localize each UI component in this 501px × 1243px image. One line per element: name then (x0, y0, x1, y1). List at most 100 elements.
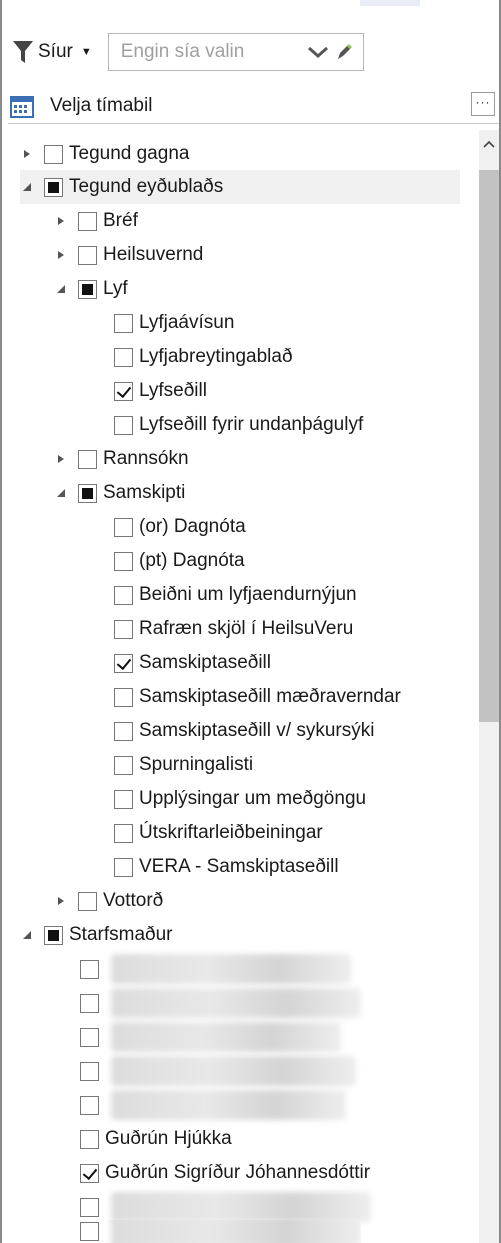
filter-combobox[interactable] (107, 33, 364, 71)
expand-arrow-icon[interactable] (54, 214, 68, 228)
tree-node-gudrun-hjukka[interactable]: Guðrún Hjúkka (70, 1122, 232, 1156)
expand-arrow-icon[interactable] (54, 452, 68, 466)
collapse-arrow-icon[interactable] (20, 928, 34, 942)
checkbox[interactable] (114, 313, 133, 333)
checkbox[interactable] (80, 1129, 99, 1149)
tree-node-rafraen-skjol[interactable]: Rafræn skjöl í HeilsuVeru (104, 612, 353, 646)
tree-node-pt-dagnota[interactable]: (pt) Dagnóta (104, 544, 245, 578)
tree-node-redacted[interactable] (70, 1220, 361, 1243)
expand-arrow-icon[interactable] (54, 894, 68, 908)
checkbox[interactable] (114, 857, 133, 877)
tree-node-bref[interactable]: Bréf (54, 204, 138, 238)
tree-node-beidni[interactable]: Beiðni um lyfjaendurnýjun (104, 578, 357, 612)
checkbox[interactable] (78, 483, 97, 503)
tree-label: Bréf (103, 210, 138, 231)
period-label: Velja tímabil (50, 94, 153, 116)
tree-node-lyfjaavisun[interactable]: Lyfjaávísun (104, 306, 234, 340)
tree-node-redacted[interactable] (70, 952, 351, 986)
checkbox[interactable] (44, 144, 63, 164)
checkbox[interactable] (44, 925, 63, 945)
tree-node-utskriftarleidbeiningar[interactable]: Útskriftarleiðbeiningar (104, 816, 323, 850)
tree-node-vera-samskiptasedill[interactable]: VERA - Samskiptaseðill (104, 850, 339, 884)
filter-label: Síur (38, 41, 73, 62)
checkbox[interactable] (80, 1222, 99, 1241)
filter-dropdown-button[interactable]: Síur ▼ (12, 39, 92, 65)
tree-label: Samskiptaseðill v/ sykursýki (139, 720, 375, 741)
caret-down-icon: ▼ (80, 46, 92, 58)
tree-node-redacted[interactable] (70, 986, 361, 1020)
tree-label: Lyfjaávísun (139, 312, 235, 333)
tree-node-samskipti[interactable]: Samskipti (54, 476, 185, 510)
tree-node-samskiptasedill-sykursyki[interactable]: Samskiptaseðill v/ sykursýki (104, 714, 374, 748)
checkbox[interactable] (114, 415, 133, 435)
collapse-arrow-icon[interactable] (20, 180, 34, 194)
tree-node-upplysingar-medgongu[interactable]: Upplýsingar um meðgöngu (104, 782, 366, 816)
checkbox[interactable] (80, 1061, 99, 1081)
tree-view: Tegund gagna Tegund eyðublaðs Bréf Heils… (0, 0, 501, 1243)
redacted-name (111, 988, 361, 1018)
tree-label: Lyfjabreytingablað (139, 346, 293, 367)
tree-node-rannsokn[interactable]: Rannsókn (54, 442, 189, 476)
tree-node-vottord[interactable]: Vottorð (54, 884, 163, 918)
funnel-icon (13, 41, 33, 63)
tree-node-starfsmadur[interactable]: Starfsmaður (20, 918, 172, 952)
tree-label: Lyf (103, 278, 128, 299)
checkbox[interactable] (78, 891, 97, 911)
checkbox[interactable] (78, 245, 97, 265)
collapse-arrow-icon[interactable] (54, 486, 68, 500)
tree-node-lyfsedill[interactable]: Lyfseðill (104, 374, 207, 408)
checkbox[interactable] (80, 1163, 99, 1183)
period-more-button[interactable]: ··· (471, 92, 495, 116)
redacted-name (111, 1192, 371, 1222)
checkbox[interactable] (80, 1027, 99, 1047)
period-row[interactable]: Velja tímabil ··· (8, 88, 499, 124)
scroll-up-icon[interactable] (479, 134, 499, 154)
checkbox[interactable] (114, 653, 133, 673)
expand-arrow-icon[interactable] (20, 147, 34, 161)
pencil-icon[interactable] (333, 41, 355, 63)
checkbox[interactable] (114, 347, 133, 367)
checkbox[interactable] (114, 789, 133, 809)
chevron-down-icon[interactable] (307, 45, 329, 59)
scrollbar-thumb[interactable] (479, 170, 499, 722)
tree-node-or-dagnota[interactable]: (or) Dagnóta (104, 510, 246, 544)
checkbox[interactable] (78, 211, 97, 231)
tree-node-tegund-eydublads[interactable]: Tegund eyðublaðs (20, 170, 460, 204)
tree-node-redacted[interactable] (70, 1190, 371, 1224)
tree-node-redacted[interactable] (70, 1088, 346, 1122)
checkbox[interactable] (80, 993, 99, 1013)
collapse-arrow-icon[interactable] (54, 282, 68, 296)
tree-node-tegund-gagna[interactable]: Tegund gagna (20, 137, 189, 171)
tree-node-redacted[interactable] (70, 1054, 356, 1088)
checkbox[interactable] (114, 381, 133, 401)
checkbox[interactable] (114, 721, 133, 741)
redacted-name (111, 1090, 346, 1120)
tree-label: Tegund gagna (69, 143, 190, 164)
expand-arrow-icon[interactable] (54, 248, 68, 262)
tree-node-spurningalisti[interactable]: Spurningalisti (104, 748, 253, 782)
tree-label: Beiðni um lyfjaendurnýjun (139, 584, 357, 605)
tree-node-lyfsedill-undanthagulyf[interactable]: Lyfseðill fyrir undanþágulyf (104, 408, 363, 442)
tree-node-heilsuvernd[interactable]: Heilsuvernd (54, 238, 203, 272)
tree-node-samskiptasedill-maedravernd[interactable]: Samskiptaseðill mæðraverndar (104, 680, 401, 714)
tree-node-lyfjabreytingablad[interactable]: Lyfjabreytingablað (104, 340, 293, 374)
checkbox[interactable] (114, 755, 133, 775)
tree-node-samskiptasedill[interactable]: Samskiptaseðill (104, 646, 271, 680)
checkbox[interactable] (80, 1095, 99, 1115)
checkbox[interactable] (44, 177, 63, 197)
checkbox[interactable] (114, 823, 133, 843)
checkbox[interactable] (114, 687, 133, 707)
checkbox[interactable] (114, 585, 133, 605)
checkbox[interactable] (80, 959, 99, 979)
tree-node-lyf[interactable]: Lyf (54, 272, 128, 306)
checkbox[interactable] (114, 517, 133, 537)
filter-input[interactable] (118, 40, 307, 64)
checkbox[interactable] (78, 449, 97, 469)
checkbox[interactable] (114, 551, 133, 571)
tree-label: Starfsmaður (69, 924, 173, 945)
checkbox[interactable] (78, 279, 97, 299)
checkbox[interactable] (80, 1197, 99, 1217)
tree-node-redacted[interactable] (70, 1020, 341, 1054)
tree-node-gudrun-sigridur[interactable]: Guðrún Sigríður Jóhannesdóttir (70, 1156, 370, 1190)
checkbox[interactable] (114, 619, 133, 639)
